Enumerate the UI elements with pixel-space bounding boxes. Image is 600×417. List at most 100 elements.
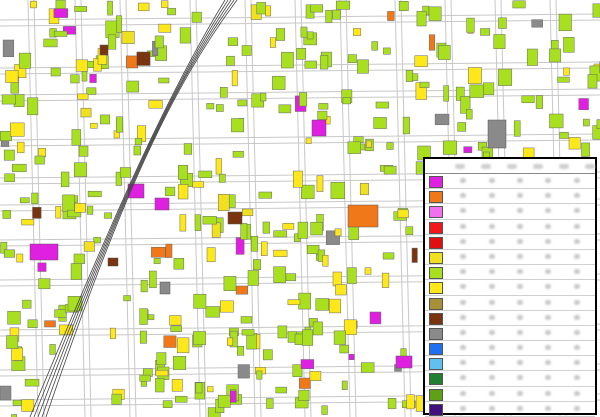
building	[343, 319, 357, 335]
building	[329, 298, 341, 314]
building	[215, 104, 224, 112]
building	[89, 74, 97, 83]
building	[581, 142, 590, 157]
building	[397, 209, 409, 218]
building	[215, 158, 222, 175]
building	[123, 295, 131, 302]
building	[191, 11, 202, 23]
building	[172, 356, 187, 370]
building	[194, 214, 201, 231]
building	[382, 252, 395, 260]
building	[24, 378, 40, 387]
building	[341, 380, 348, 390]
building	[419, 81, 430, 88]
building	[227, 337, 234, 346]
building	[49, 344, 56, 355]
building	[347, 54, 357, 63]
building	[30, 0, 37, 9]
building	[37, 262, 47, 272]
building	[90, 122, 98, 129]
building	[116, 15, 122, 33]
legend-swatch	[429, 388, 443, 401]
building	[149, 270, 157, 289]
street	[0, 133, 600, 141]
building	[549, 48, 562, 63]
building	[206, 103, 215, 110]
landmark-parcel	[347, 204, 379, 228]
building	[348, 354, 355, 360]
building	[247, 270, 259, 286]
building	[592, 3, 600, 18]
building	[179, 27, 191, 44]
building	[167, 7, 176, 16]
legend-swatch	[429, 236, 443, 249]
building	[297, 221, 309, 239]
building	[265, 5, 271, 17]
building	[493, 34, 506, 49]
building	[192, 181, 204, 188]
building	[568, 137, 581, 150]
street	[0, 19, 600, 27]
building	[220, 300, 234, 313]
building	[301, 184, 315, 200]
building	[22, 299, 32, 309]
building	[272, 75, 286, 90]
building	[202, 216, 217, 225]
building	[521, 95, 535, 104]
building	[237, 364, 250, 379]
legend-swatch	[429, 282, 443, 295]
building	[5, 70, 19, 83]
building	[332, 9, 341, 20]
legend-swatch	[429, 403, 443, 416]
building	[139, 308, 148, 325]
building	[74, 162, 87, 177]
building	[3, 149, 15, 161]
legend-row	[425, 189, 595, 205]
building	[154, 35, 164, 49]
building	[195, 382, 203, 394]
legend-row	[425, 220, 595, 235]
building	[347, 267, 357, 284]
legend-rows	[425, 174, 595, 417]
building	[316, 175, 324, 192]
building	[359, 183, 369, 196]
building	[77, 93, 89, 100]
map-legend	[423, 157, 597, 417]
building	[54, 30, 68, 37]
building	[438, 45, 451, 60]
building	[402, 116, 410, 135]
building	[273, 266, 286, 283]
building	[7, 311, 21, 325]
building	[325, 9, 333, 23]
landmark-parcel	[99, 44, 109, 56]
building	[398, 1, 409, 11]
building	[330, 181, 345, 200]
building	[480, 28, 490, 36]
building	[557, 76, 570, 83]
building	[211, 222, 221, 238]
building	[230, 390, 237, 403]
building	[31, 192, 39, 205]
building	[241, 208, 254, 217]
building	[411, 247, 418, 263]
building	[369, 311, 382, 325]
building	[558, 13, 572, 32]
building	[87, 190, 102, 198]
building	[80, 107, 92, 118]
legend-header	[425, 159, 595, 174]
building	[158, 77, 170, 84]
building	[583, 118, 590, 127]
building	[175, 395, 188, 403]
building	[498, 68, 513, 86]
legend-swatch	[429, 343, 443, 356]
building	[133, 145, 141, 156]
building	[300, 359, 314, 369]
building	[231, 118, 245, 133]
building	[60, 171, 70, 188]
building	[93, 237, 101, 244]
legend-swatch	[429, 312, 443, 325]
building	[100, 114, 111, 125]
building	[334, 228, 342, 237]
building	[275, 28, 285, 41]
building	[526, 48, 538, 66]
